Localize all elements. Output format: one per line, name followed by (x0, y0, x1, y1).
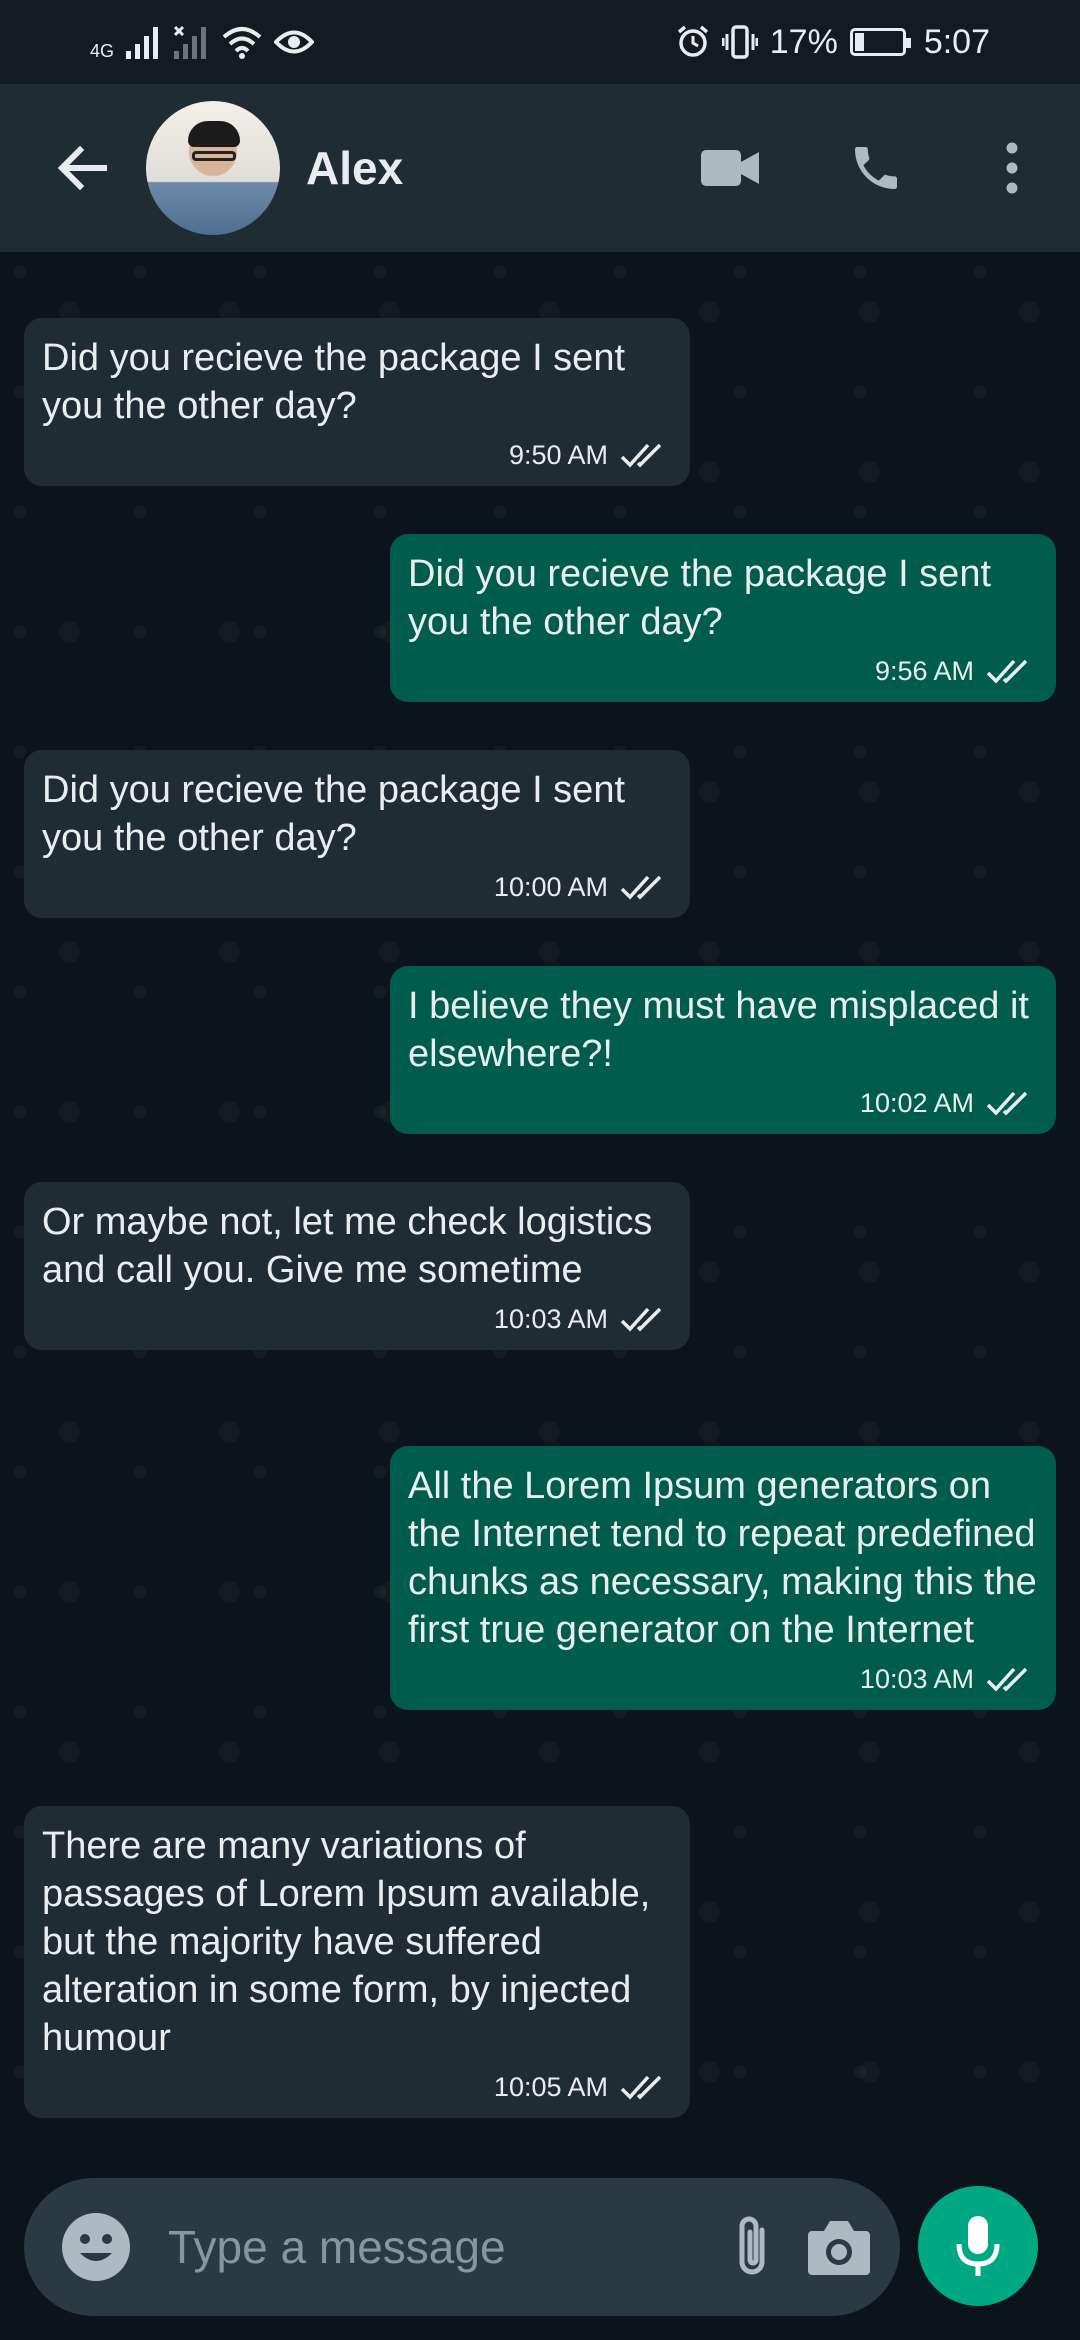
emoji-icon[interactable] (60, 2211, 132, 2283)
chat-header: Alex (0, 84, 1080, 252)
message-meta: 10:02 AM (408, 1086, 1032, 1120)
message-bubble-incoming[interactable]: Or maybe not, let me check logistics and… (24, 1182, 690, 1350)
message-meta: 9:50 AM (42, 438, 666, 472)
contact-name[interactable]: Alex (306, 141, 690, 195)
signal-icon (126, 27, 159, 59)
eye-icon (274, 30, 315, 54)
double-check-icon (620, 443, 662, 468)
more-vert-icon (1006, 142, 1018, 194)
more-options-button[interactable] (972, 128, 1052, 208)
double-check-icon (986, 659, 1028, 684)
message-bubble-outgoing[interactable]: All the Lorem Ipsum generators on the In… (390, 1446, 1056, 1710)
chat-area[interactable]: Did you recieve the package I sent you t… (0, 252, 1080, 2154)
message-bubble-incoming[interactable]: Did you recieve the package I sent you t… (24, 318, 690, 486)
network-type-label: 4G (90, 40, 115, 61)
message-text: All the Lorem Ipsum generators on the In… (408, 1465, 1037, 1651)
voice-call-button[interactable] (836, 128, 916, 208)
status-right: 17% 5:07 (676, 23, 990, 62)
message-time: 10:03 AM (859, 1664, 974, 1694)
message-text: Did you recieve the package I sent you t… (42, 337, 626, 427)
message-meta: 9:56 AM (408, 654, 1032, 688)
message-bubble-incoming[interactable]: Did you recieve the package I sent you t… (24, 750, 690, 918)
video-call-button[interactable] (690, 128, 770, 208)
double-check-icon (986, 1091, 1028, 1116)
message-meta: 10:00 AM (42, 870, 666, 904)
composer-bar: Type a message (0, 2154, 1080, 2340)
alarm-icon (677, 25, 708, 57)
double-check-icon (986, 1667, 1028, 1692)
status-left: 4G (90, 23, 315, 62)
message-text: Did you recieve the package I sent you t… (408, 553, 992, 643)
vibrate-icon (721, 25, 758, 59)
phone-icon (855, 147, 897, 189)
battery-percent: 17% (769, 22, 838, 61)
message-input-box[interactable]: Type a message (24, 2178, 900, 2316)
message-time: 10:05 AM (493, 2072, 608, 2102)
double-check-icon (620, 1307, 662, 1332)
avatar[interactable] (146, 101, 280, 235)
message-meta: 10:05 AM (42, 2070, 666, 2104)
double-check-icon (620, 2075, 662, 2100)
message-meta: 10:03 AM (42, 1302, 666, 1336)
status-bar: 4G 17% 5:07 (0, 0, 1080, 84)
message-meta: 10:03 AM (408, 1662, 1032, 1696)
message-bubble-outgoing[interactable]: Did you recieve the package I sent you t… (390, 534, 1056, 702)
message-text: There are many variations of passages of… (42, 1825, 651, 2059)
attach-icon[interactable] (722, 2212, 782, 2282)
message-bubble-incoming[interactable]: There are many variations of passages of… (24, 1806, 690, 2118)
mic-icon (956, 2216, 1000, 2276)
message-input[interactable]: Type a message (168, 2220, 722, 2274)
message-time: 10:02 AM (859, 1088, 974, 1118)
battery-icon (849, 28, 911, 56)
signal-no-service-icon (174, 25, 207, 59)
wifi-icon (222, 27, 262, 59)
message-time: 10:03 AM (493, 1304, 608, 1334)
back-button[interactable] (52, 138, 112, 198)
status-time: 5:07 (923, 22, 990, 61)
camera-icon[interactable] (806, 2217, 872, 2277)
message-bubble-outgoing[interactable]: I believe they must have misplaced it el… (390, 966, 1056, 1134)
message-time: 10:00 AM (493, 872, 608, 902)
voice-message-button[interactable] (918, 2186, 1038, 2306)
message-text: Or maybe not, let me check logistics and… (42, 1201, 653, 1291)
message-time: 9:50 AM (508, 440, 608, 470)
back-arrow-icon (57, 145, 107, 191)
double-check-icon (620, 875, 662, 900)
video-call-icon (701, 150, 759, 186)
message-text: Did you recieve the package I sent you t… (42, 769, 626, 859)
message-text: I believe they must have misplaced it el… (408, 985, 1029, 1075)
message-time: 9:56 AM (874, 656, 974, 686)
